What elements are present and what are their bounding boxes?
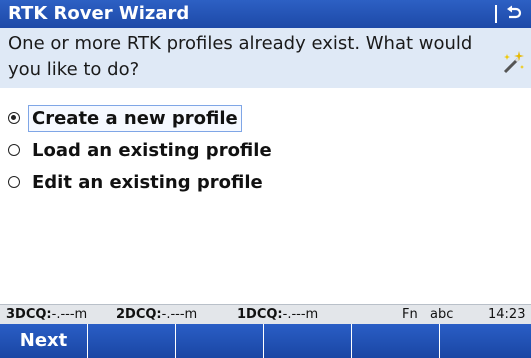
1dcq-value: -.---m [282, 307, 319, 322]
title-divider [495, 5, 497, 23]
softkey-2[interactable] [88, 324, 176, 358]
prompt-panel: One or more RTK profiles already exist. … [0, 28, 531, 88]
3dcq-label: 3DCQ: [6, 307, 52, 322]
softkey-5[interactable] [352, 324, 440, 358]
softkey-3[interactable] [176, 324, 264, 358]
option-load-existing-profile[interactable]: Load an existing profile [8, 134, 276, 166]
option-edit-existing-profile[interactable]: Edit an existing profile [8, 166, 276, 198]
title-bar: RTK Rover Wizard [0, 0, 531, 28]
option-label: Load an existing profile [32, 139, 272, 161]
input-mode-indicator: abc [430, 307, 454, 322]
status-bar: 3DCQ:-.---m 2DCQ:-.---m 1DCQ:-.---m Fn a… [0, 304, 531, 324]
status-3dcq: 3DCQ:-.---m [6, 307, 87, 322]
option-label: Create a new profile [28, 104, 242, 132]
fn-indicator: Fn [402, 307, 418, 322]
clock: 14:23 [488, 307, 526, 322]
profile-options: Create a new profile Load an existing pr… [8, 102, 276, 198]
radio-unchecked[interactable] [8, 144, 20, 156]
softkey-6[interactable] [440, 324, 531, 358]
softkey-next[interactable]: Next [0, 324, 88, 358]
3dcq-value: -.---m [51, 307, 88, 322]
wizard-wand-icon [497, 48, 527, 78]
prompt-text: One or more RTK profiles already exist. … [8, 33, 473, 80]
1dcq-label: 1DCQ: [237, 307, 283, 322]
2dcq-label: 2DCQ: [116, 307, 162, 322]
softkey-4[interactable] [264, 324, 352, 358]
radio-unchecked[interactable] [8, 176, 20, 188]
option-label: Edit an existing profile [32, 171, 263, 193]
radio-checked[interactable] [8, 112, 20, 124]
status-1dcq: 1DCQ:-.---m [237, 307, 318, 322]
softkey-bar: Next [0, 324, 531, 358]
option-create-new-profile[interactable]: Create a new profile [8, 102, 276, 134]
status-2dcq: 2DCQ:-.---m [116, 307, 197, 322]
window-title: RTK Rover Wizard [8, 3, 190, 24]
back-arrow-icon[interactable] [504, 4, 524, 24]
2dcq-value: -.---m [161, 307, 198, 322]
